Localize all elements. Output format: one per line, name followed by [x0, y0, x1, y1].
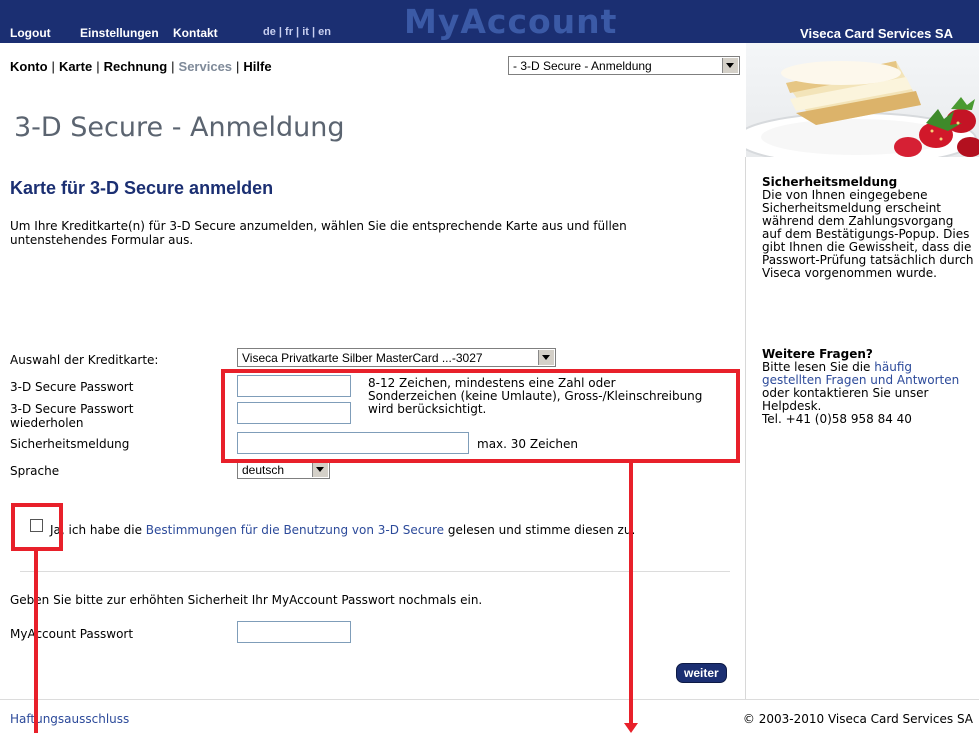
questions-suffix: oder kontaktieren Sie unser Helpdesk.: [762, 386, 929, 413]
terms-suffix: gelesen und stimme diesen zu.: [444, 523, 636, 537]
lang-fr-link[interactable]: fr: [285, 26, 293, 38]
sidebar-security-info: Sicherheitsmeldung Die von Ihnen eingege…: [762, 176, 974, 280]
sidebar-security-text: Die von Ihnen eingegebene Sicherheitsmel…: [762, 188, 974, 280]
nav-services[interactable]: Services: [179, 59, 233, 74]
security-message-label: Sicherheitsmeldung: [10, 437, 130, 451]
lang-en-link[interactable]: en: [318, 26, 331, 38]
top-bar: Logout Einstellungen Kontakt de | fr | i…: [0, 0, 979, 43]
card-select-dropdown[interactable]: Viseca Privatkarte Silber MasterCard ...…: [237, 348, 556, 367]
copyright-text: © 2003-2010 Viseca Card Services SA: [742, 712, 973, 726]
page-select-value: - 3-D Secure - Anmeldung: [513, 59, 652, 73]
lang-de-link[interactable]: de: [263, 26, 276, 38]
disclaimer-link[interactable]: Haftungsausschluss: [10, 712, 129, 726]
helpdesk-phone: Tel. +41 (0)58 958 84 40: [762, 412, 912, 426]
sidebar-questions: Weitere Fragen? Bitte lesen Sie die häuf…: [762, 348, 974, 426]
settings-link[interactable]: Einstellungen: [80, 26, 159, 40]
language-switcher: de | fr | it | en: [263, 26, 331, 38]
nav-karte[interactable]: Karte: [59, 59, 92, 74]
myaccount-password-input[interactable]: [237, 621, 351, 643]
terms-link[interactable]: Bestimmungen für die Benutzung von 3-D S…: [146, 523, 444, 537]
sidebar-questions-text: Bitte lesen Sie die häufig gestellten Fr…: [762, 361, 974, 413]
nav-rechnung[interactable]: Rechnung: [104, 59, 168, 74]
nav-hilfe[interactable]: Hilfe: [243, 59, 271, 74]
company-name: Viseca Card Services SA: [800, 26, 953, 41]
myaccount-logo: MyAccount: [404, 2, 618, 41]
nav-separator: |: [51, 59, 55, 74]
checkbox-highlight: [11, 503, 63, 551]
chevron-down-icon: [722, 58, 738, 73]
page-select-dropdown[interactable]: - 3-D Secure - Anmeldung: [508, 56, 740, 75]
footer-divider: [0, 699, 979, 700]
language-label: Sprache: [10, 464, 60, 478]
password-repeat-label: 3-D Secure Passwort wiederholen: [10, 402, 134, 430]
myaccount-password-label: MyAccount Passwort: [10, 627, 134, 641]
logout-link[interactable]: Logout: [10, 26, 51, 40]
nav-konto[interactable]: Konto: [10, 59, 48, 74]
submit-button[interactable]: weiter: [676, 663, 727, 683]
reenter-password-text: Geben Sie bitte zur erhöhten Sicherheit …: [10, 593, 483, 607]
nav-separator: |: [171, 59, 175, 74]
column-divider: [745, 157, 746, 699]
contact-link[interactable]: Kontakt: [173, 26, 218, 40]
nav-separator: |: [96, 59, 100, 74]
page-title: 3-D Secure - Anmeldung: [14, 112, 345, 143]
arrow-down-icon: [624, 723, 638, 733]
cake-photo: [746, 43, 979, 157]
language-select-value: deutsch: [242, 463, 285, 477]
intro-text: Um Ihre Kreditkarte(n) für 3-D Secure an…: [10, 219, 627, 247]
card-select-value: Viseca Privatkarte Silber MasterCard ...…: [242, 351, 483, 365]
terms-text: Ja, ich habe die Bestimmungen für die Be…: [25, 523, 725, 538]
card-select-label: Auswahl der Kreditkarte:: [10, 353, 159, 367]
password-fields-highlight: [221, 369, 740, 463]
chevron-down-icon: [312, 462, 328, 477]
section-title: Karte für 3-D Secure anmelden: [10, 178, 274, 198]
annotation-arrow-right: [629, 463, 633, 725]
lang-it-link[interactable]: it: [302, 26, 309, 38]
questions-prefix: Bitte lesen Sie die: [762, 360, 875, 374]
password-label: 3-D Secure Passwort: [10, 380, 134, 394]
chevron-down-icon: [538, 350, 554, 365]
nav-separator: |: [236, 59, 240, 74]
annotation-arrow-left: [34, 551, 38, 733]
form-divider: [20, 571, 730, 572]
main-nav: Konto | Karte | Rechnung | Services | Hilfe: [10, 59, 272, 74]
